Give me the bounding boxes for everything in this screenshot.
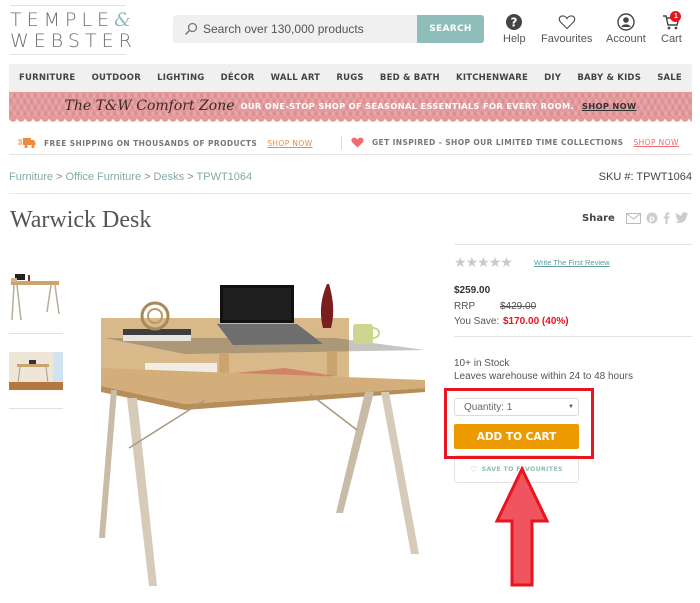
favourites-label: Favourites [541, 33, 593, 45]
email-icon[interactable] [626, 212, 641, 224]
help-link[interactable]: ? Help [503, 13, 526, 45]
breadcrumb-separator: > [144, 171, 151, 183]
product-main-image[interactable] [95, 268, 435, 588]
search-input[interactable] [203, 15, 413, 43]
breadcrumb-desks[interactable]: Desks [154, 171, 185, 183]
temple-webster-logo[interactable]: TEMPLE& WEBSTER [10, 5, 132, 55]
nav-rugs[interactable]: RUGS [336, 73, 363, 83]
star-icon: ★ [500, 254, 513, 270]
promo-banner[interactable]: The T&W Comfort Zone OUR ONE-STOP SHOP O… [9, 92, 692, 123]
quantity-select[interactable]: Quantity: 1 ▼ [454, 398, 579, 416]
divider [454, 244, 692, 245]
account-link[interactable]: Account [606, 13, 646, 45]
up-arrow-annotation [494, 466, 550, 587]
share-label: Share [582, 213, 615, 224]
category-nav: FURNITURE OUTDOOR LIGHTING DÉCOR WALL AR… [9, 64, 692, 92]
nav-baby-kids[interactable]: BABY & KIDS [577, 73, 641, 83]
inspired-text: GET INSPIRED - SHOP OUR LIMITED TIME COL… [372, 138, 624, 147]
nav-diy[interactable]: DIY [544, 73, 561, 83]
cart-label: Cart [661, 33, 682, 45]
svg-text:?: ? [511, 16, 518, 30]
star-icon: ★ [465, 254, 479, 270]
breadcrumb-separator: > [56, 171, 63, 183]
rrp-value: $429.00 [500, 301, 537, 312]
current-price: $259.00 [454, 285, 491, 296]
logo-ampersand: & [114, 9, 131, 31]
nav-furniture[interactable]: FURNITURE [19, 73, 75, 83]
inspired-notice: GET INSPIRED - SHOP OUR LIMITED TIME COL… [351, 137, 679, 148]
favourites-link[interactable]: Favourites [541, 13, 592, 45]
breadcrumb: Furniture > Office Furniture > Desks > TPWT106… [9, 171, 252, 183]
inspired-shop-now-link[interactable]: SHOP NOW [633, 138, 678, 147]
product-thumbnail-2[interactable] [9, 352, 63, 390]
quantity-value: Quantity: 1 [464, 402, 513, 413]
breadcrumb-furniture[interactable]: Furniture [9, 171, 53, 183]
star-icon: ★ [454, 254, 467, 270]
sku-label: SKU #: TPWT1064 [598, 171, 692, 183]
save-to-favourites-button[interactable]: ♡ SAVE TO FAVOURITES [454, 455, 579, 483]
add-to-cart-button[interactable]: ADD TO CART [454, 424, 579, 449]
account-icon [617, 13, 635, 31]
delivery-truck-icon [18, 138, 36, 149]
star-icon: ★ [488, 254, 502, 270]
promo-script-title: The T&W Comfort Zone [64, 97, 235, 114]
twitter-icon[interactable] [675, 212, 689, 224]
stock-status: 10+ in Stock [454, 358, 510, 369]
facebook-icon[interactable] [663, 212, 670, 224]
info-strip: FREE SHIPPING ON THOUSANDS OF PRODUCTS S… [9, 133, 692, 155]
cart-link[interactable]: 1 Cart [661, 11, 682, 45]
product-title: Warwick Desk [10, 207, 152, 233]
dropdown-caret-icon: ▼ [568, 404, 574, 410]
search-icon [184, 22, 198, 36]
savings-label: You Save: [454, 316, 500, 327]
thumbnail-divider [9, 333, 63, 334]
heart-outline-icon: ♡ [470, 464, 478, 474]
rating-stars[interactable]: ★ ★ ★ ★ ★ [454, 254, 513, 271]
divider [9, 193, 692, 194]
nav-kitchenware[interactable]: KITCHENWARE [456, 73, 528, 83]
nav-bed-bath[interactable]: BED & BATH [380, 73, 440, 83]
dispatch-info: Leaves warehouse within 24 to 48 hours [454, 371, 634, 382]
nav-lighting[interactable]: LIGHTING [157, 73, 204, 83]
pinterest-icon[interactable]: p [646, 212, 658, 224]
heart-icon [351, 137, 364, 148]
save-to-favourites-label: SAVE TO FAVOURITES [481, 465, 563, 473]
account-label: Account [606, 33, 646, 45]
svg-text:p: p [649, 214, 655, 223]
breadcrumb-current-sku[interactable]: TPWT1064 [197, 171, 253, 183]
thumbnail-divider [9, 408, 63, 409]
breadcrumb-separator: > [187, 171, 194, 183]
nav-decor[interactable]: DÉCOR [221, 73, 255, 83]
promo-shop-now-link[interactable]: SHOP NOW [582, 101, 637, 111]
free-shipping-notice: FREE SHIPPING ON THOUSANDS OF PRODUCTS S… [18, 137, 313, 149]
free-shipping-shop-now-link[interactable]: SHOP NOW [267, 139, 312, 148]
info-divider [341, 136, 342, 150]
star-icon: ★ [477, 254, 490, 270]
savings-value: $170.00 (40%) [503, 316, 569, 327]
free-shipping-text: FREE SHIPPING ON THOUSANDS OF PRODUCTS [44, 138, 258, 148]
logo-line1: TEMPLE [10, 9, 115, 31]
search-button[interactable]: SEARCH [417, 15, 484, 43]
write-review-link[interactable]: Write The First Review [534, 258, 610, 267]
nav-outdoor[interactable]: OUTDOOR [92, 73, 141, 83]
help-icon: ? [506, 14, 523, 30]
nav-wall-art[interactable]: WALL ART [271, 73, 321, 83]
share-icons: p [626, 212, 689, 224]
product-thumbnail-1[interactable] [9, 270, 63, 322]
nav-sale[interactable]: SALE [657, 73, 682, 83]
desk-illustration [99, 284, 425, 586]
divider [454, 336, 692, 337]
rrp-label: RRP [454, 301, 476, 312]
breadcrumb-office-furniture[interactable]: Office Furniture [65, 171, 141, 183]
heart-icon [558, 15, 575, 30]
help-label: Help [503, 33, 526, 45]
logo-line2: WEBSTER [10, 30, 137, 52]
promo-message: OUR ONE-STOP SHOP OF SEASONAL ESSENTIALS… [240, 100, 574, 111]
